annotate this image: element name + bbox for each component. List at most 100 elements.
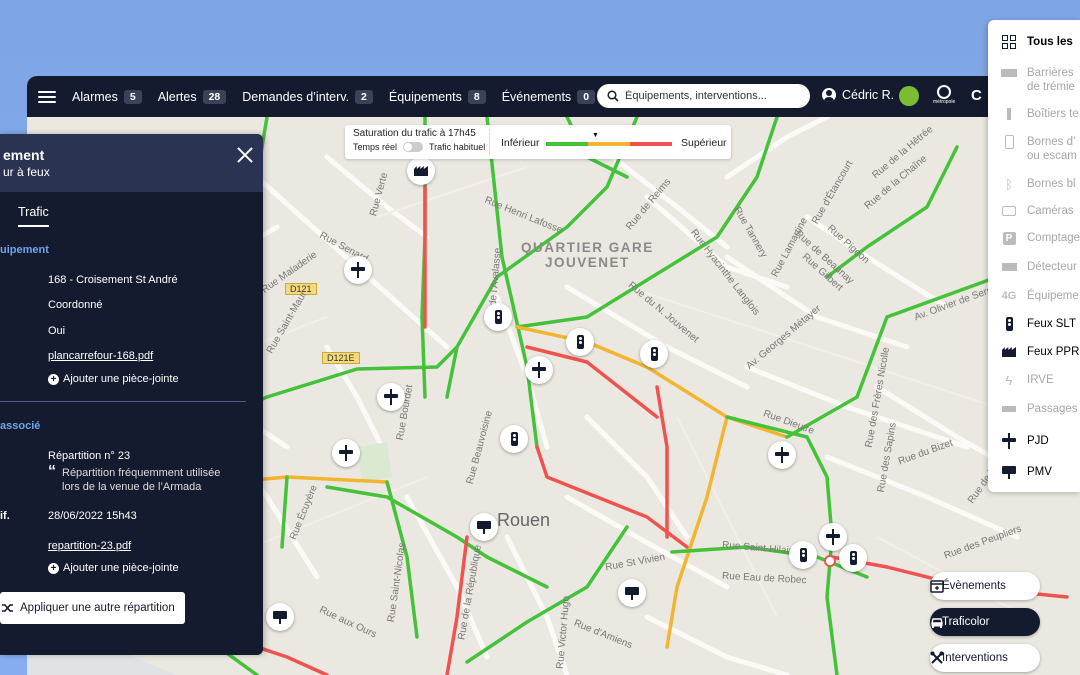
pjd-marker[interactable] xyxy=(525,356,553,384)
layer-item-bornes-bl[interactable]: ᛒ Bornes bl xyxy=(988,177,1080,192)
traficolor-button[interactable]: Traficolor xyxy=(930,608,1040,636)
layer-item-equipement[interactable]: 4G Équipeme xyxy=(988,289,1080,303)
panel-header: ement ur à feux xyxy=(0,134,263,192)
pjd-marker[interactable] xyxy=(344,256,372,284)
layer-label: Passages xyxy=(1027,403,1078,415)
calendar-add-icon xyxy=(930,580,944,593)
traffic-light-icon xyxy=(799,548,807,562)
metropole-logo: métropole xyxy=(933,85,955,107)
repartition-file-link[interactable]: repartition-23.pdf xyxy=(48,540,131,552)
realtime-label: Temps réel xyxy=(353,142,398,152)
camera-icon xyxy=(1001,204,1017,218)
layer-item-boitiers[interactable]: Boîtiers te xyxy=(988,107,1080,121)
pjd-marker[interactable] xyxy=(377,383,405,411)
layer-label: Barrières de trémie xyxy=(1027,67,1075,93)
pmv-marker[interactable] xyxy=(266,603,294,631)
district-label: QUARTIER GARE JOUVENET xyxy=(521,240,654,270)
add-attachment-button[interactable]: + Ajouter une pièce-jointe xyxy=(48,373,179,385)
detector-icon xyxy=(1001,260,1017,274)
legend-low-label: Inférieur xyxy=(501,137,540,149)
count-badge: 5 xyxy=(123,89,142,104)
pmv-marker[interactable] xyxy=(618,579,646,607)
pjd-icon xyxy=(384,389,398,405)
repartition-name: Répartition n° 23 xyxy=(48,450,131,462)
search-input[interactable] xyxy=(625,90,805,102)
factory-icon xyxy=(1002,347,1016,357)
menu-icon[interactable] xyxy=(38,88,56,106)
traffic-mode-switch[interactable] xyxy=(403,142,424,152)
coordination-mode: Coordonné xyxy=(48,299,103,311)
nav-label: Alertes xyxy=(157,89,197,104)
bollard-icon xyxy=(1001,135,1017,149)
nav-alarmes[interactable]: Alarmes 5 xyxy=(72,89,142,104)
layer-item-irve[interactable]: ϟ IRVE xyxy=(988,373,1080,388)
road-tag-d121e: D121E xyxy=(322,352,360,364)
pjd-icon xyxy=(826,529,840,545)
traffic-light-marker[interactable] xyxy=(640,340,668,368)
antenna-icon xyxy=(1001,107,1017,121)
equipment-detail-panel: ement ur à feux Trafic uipement 168 - Cr… xyxy=(0,134,263,655)
layer-item-detecteur[interactable]: Détecteur xyxy=(988,260,1080,274)
pjd-icon xyxy=(1002,433,1016,449)
nav-evenements[interactable]: Événements 0 xyxy=(501,89,596,104)
traffic-light-marker[interactable] xyxy=(839,544,867,572)
pjd-marker[interactable] xyxy=(332,439,360,467)
pmv-icon xyxy=(477,520,491,534)
traffic-light-marker[interactable] xyxy=(789,541,817,569)
layer-item-all[interactable]: Tous les xyxy=(988,35,1080,49)
layer-item-feux-ppr[interactable]: Feux PPR xyxy=(988,345,1080,359)
factory-marker[interactable] xyxy=(407,157,435,185)
legend-divider xyxy=(489,129,490,155)
layer-item-feux-slt[interactable]: Feux SLT xyxy=(988,317,1080,331)
city-label: Rouen xyxy=(497,510,551,530)
search-box[interactable] xyxy=(597,84,810,108)
traffic-light-icon xyxy=(1005,317,1013,331)
pjd-marker[interactable] xyxy=(768,441,796,469)
traffic-light-marker[interactable] xyxy=(566,328,594,356)
selected-crossing-icon[interactable] xyxy=(824,555,836,567)
barrier-icon xyxy=(1001,66,1017,80)
traffic-light-marker[interactable] xyxy=(484,303,512,331)
count-badge: 28 xyxy=(202,89,227,104)
section-divider xyxy=(0,401,246,402)
interventions-button[interactable]: Interventions xyxy=(930,644,1040,672)
layer-item-pmv[interactable]: PMV xyxy=(988,465,1080,479)
layer-item-comptage[interactable]: P Comptage xyxy=(988,231,1080,245)
nav-demandes-interv[interactable]: Demandes d’interv. 2 xyxy=(242,89,373,104)
layer-item-cameras[interactable]: Caméras xyxy=(988,204,1080,218)
nav-equipements[interactable]: Équipements 8 xyxy=(389,89,486,104)
user-avatar-icon xyxy=(822,88,836,102)
apply-repartition-button[interactable]: Appliquer une autre répartition xyxy=(0,592,185,624)
traffic-light-icon xyxy=(494,310,502,324)
layer-filter-dropdown: Tous les Barrières de trémie Boîtiers te … xyxy=(988,20,1080,492)
user-menu[interactable]: Cédric R. xyxy=(822,88,894,102)
interventions-label: Interventions xyxy=(942,652,1008,664)
quote-icon: “ xyxy=(48,463,56,480)
layer-item-pjd[interactable]: PJD xyxy=(988,433,1080,449)
legend-pointer-icon: ▼ xyxy=(592,132,599,139)
events-label: Évènements xyxy=(942,580,1006,592)
layer-item-barrieres[interactable]: Barrières de trémie xyxy=(988,66,1080,94)
layer-label: PJD xyxy=(1027,435,1049,447)
count-badge: 8 xyxy=(467,89,486,104)
usual-traffic-label: Trafic habituel xyxy=(429,142,486,152)
car-icon xyxy=(931,618,943,628)
pjd-icon xyxy=(339,445,353,461)
nav-alertes[interactable]: Alertes 28 xyxy=(157,89,227,104)
close-icon[interactable] xyxy=(235,145,255,165)
layer-item-bornes[interactable]: Bornes d’ ou escam xyxy=(988,135,1080,163)
tab-trafic[interactable]: Trafic xyxy=(18,205,49,227)
pmv-marker[interactable] xyxy=(470,513,498,541)
plus-icon: + xyxy=(48,373,59,385)
traffic-light-marker[interactable] xyxy=(500,425,528,453)
add-attachment-button-2[interactable]: + Ajouter une pièce-jointe xyxy=(48,562,179,574)
layer-label: Bornes bl xyxy=(1027,178,1076,190)
plan-file-link[interactable]: plancarrefour-168.pdf xyxy=(48,350,153,362)
pmv-icon xyxy=(625,586,639,600)
layer-label: Boîtiers te xyxy=(1027,108,1079,120)
nav-label: Événements xyxy=(501,89,572,104)
saturation-legend: Saturation du trafic à 17h45 Temps réel … xyxy=(345,125,731,159)
layer-item-passages[interactable]: Passages xyxy=(988,402,1080,416)
modified-date: 28/06/2022 15h43 xyxy=(48,510,137,522)
events-button[interactable]: Évènements xyxy=(930,572,1040,600)
